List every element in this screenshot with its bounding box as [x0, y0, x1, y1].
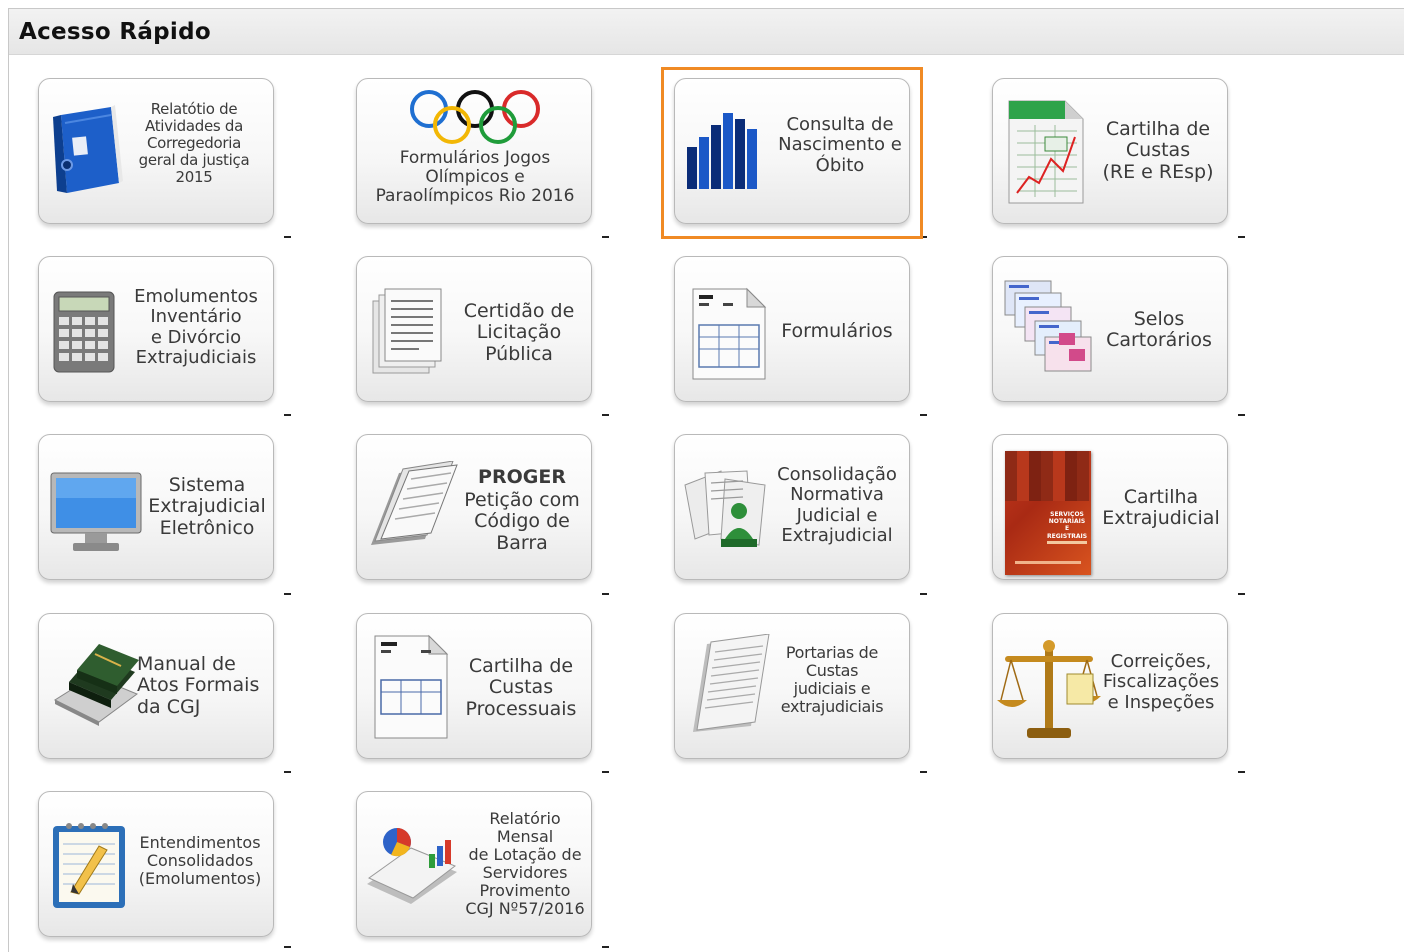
separator-dash [284, 236, 291, 238]
report-chart-icon [367, 828, 457, 904]
separator-dash [920, 771, 927, 773]
blue-binder-icon [53, 105, 123, 193]
paper-document-icon [693, 634, 770, 732]
tile-label: Sistema Extrajudicial Eletrônico [148, 474, 266, 539]
tile-certidao-licitacao[interactable]: Certidão de Licitação Pública [356, 256, 592, 402]
tile-label: Cartilha de Custas (RE e REsp) [1102, 118, 1214, 183]
tile-emolumentos[interactable]: Emolumentos Inventário e Divórcio Extraj… [38, 256, 274, 402]
bar-chart-icon [687, 113, 757, 189]
scales-icon [997, 640, 1101, 738]
separator-dash [602, 946, 609, 948]
tile-label: Consulta de Nascimento e Óbito [778, 114, 902, 176]
tile-label: Petição com Código de Barra [464, 489, 580, 554]
tile-label: Consolidação Normativa Judicial e Extraj… [777, 464, 897, 546]
tile-cartilha-custas-processuais[interactable]: Cartilha de Custas Processuais [356, 613, 592, 759]
panel-title: Acesso Rápido [19, 19, 211, 45]
form-document-icon [374, 634, 449, 739]
tile-label: Manual de Atos Formais da CGJ [137, 653, 260, 718]
tile-proger[interactable]: PROGER Petição com Código de Barra [356, 434, 592, 580]
tile-label: Entendimentos Consolidados (Emolumentos) [138, 833, 262, 889]
panel-header: Acesso Rápido [9, 9, 1404, 55]
calculator-icon [53, 291, 115, 373]
tile-label: Correições, Fiscalizações e Inspeções [1102, 651, 1220, 713]
separator-dash [284, 593, 291, 595]
tile-formularios[interactable]: Formulários [674, 256, 910, 402]
documents-user-icon [684, 470, 766, 547]
tile-correicoes[interactable]: Correições, Fiscalizações e Inspeções [992, 613, 1228, 759]
separator-dash [1238, 414, 1245, 416]
spreadsheet-chart-icon [1008, 100, 1084, 204]
separator-dash [920, 414, 927, 416]
olympic-rings-icon [410, 90, 540, 144]
tile-consulta-nascimento[interactable]: Consulta de Nascimento e Óbito [674, 78, 910, 224]
paper-stack-icon [371, 461, 458, 545]
tile-label: Relatótio de Atividades da Corregedoria … [138, 100, 250, 186]
tile-label-title: PROGER [478, 466, 566, 488]
tile-consolidacao[interactable]: Consolidação Normativa Judicial e Extraj… [674, 434, 910, 580]
separator-dash [284, 414, 291, 416]
tile-label: Emolumentos Inventário e Divórcio Extraj… [134, 286, 258, 368]
tile-manual-atos[interactable]: Manual de Atos Formais da CGJ [38, 613, 274, 759]
tile-formularios-jogos[interactable]: Formulários Jogos Olímpicos e Paraolímpi… [356, 78, 592, 224]
separator-dash [920, 593, 927, 595]
tile-cartilha-extrajudicial[interactable]: SERVIÇOS NOTARIAIS E REGISTRAIS Cartilha… [992, 434, 1228, 580]
tile-portarias-custas[interactable]: Portarias de Custas judiciais e extrajud… [674, 613, 910, 759]
separator-dash [284, 771, 291, 773]
form-document-icon [692, 287, 767, 380]
tile-label: Relatório Mensal de Lotação de Servidore… [465, 809, 585, 919]
separator-dash [602, 593, 609, 595]
notepad-pencil-icon [53, 823, 125, 908]
stacked-documents-icon [372, 288, 442, 374]
separator-dash [920, 236, 927, 238]
tile-relatorio-lotacao[interactable]: Relatório Mensal de Lotação de Servidore… [356, 791, 592, 937]
separator-dash [602, 771, 609, 773]
tile-selos[interactable]: Selos Cartorários [992, 256, 1228, 402]
booklet-cover-icon: SERVIÇOS NOTARIAIS E REGISTRAIS [1005, 451, 1091, 575]
tile-label: Formulários Jogos Olímpicos e Paraolímpi… [375, 148, 575, 207]
tile-label: Certidão de Licitação Pública [463, 300, 575, 365]
tile-label: Cartilha de Custas Processuais [465, 655, 577, 720]
stamps-icon [1004, 280, 1092, 372]
tile-label: Selos Cartorários [1106, 308, 1212, 352]
books-icon [53, 644, 139, 726]
tile-cartilha-custas-re[interactable]: Cartilha de Custas (RE e REsp) [992, 78, 1228, 224]
separator-dash [1238, 771, 1245, 773]
tile-label: Cartilha Extrajudicial [1102, 486, 1220, 530]
separator-dash [284, 946, 291, 948]
separator-dash [1238, 236, 1245, 238]
tile-label: Formulários [781, 320, 893, 342]
separator-dash [602, 414, 609, 416]
tile-label: Portarias de Custas judiciais e extrajud… [780, 643, 884, 717]
tile-relatorio-atividades[interactable]: Relatótio de Atividades da Corregedoria … [38, 78, 274, 224]
separator-dash [1238, 593, 1245, 595]
tile-entendimentos[interactable]: Entendimentos Consolidados (Emolumentos) [38, 791, 274, 937]
tile-sistema-extrajudicial[interactable]: Sistema Extrajudicial Eletrônico [38, 434, 274, 580]
separator-dash [602, 236, 609, 238]
monitor-icon [50, 472, 142, 551]
booklet-title: SERVIÇOS NOTARIAIS E REGISTRAIS [1047, 511, 1088, 540]
